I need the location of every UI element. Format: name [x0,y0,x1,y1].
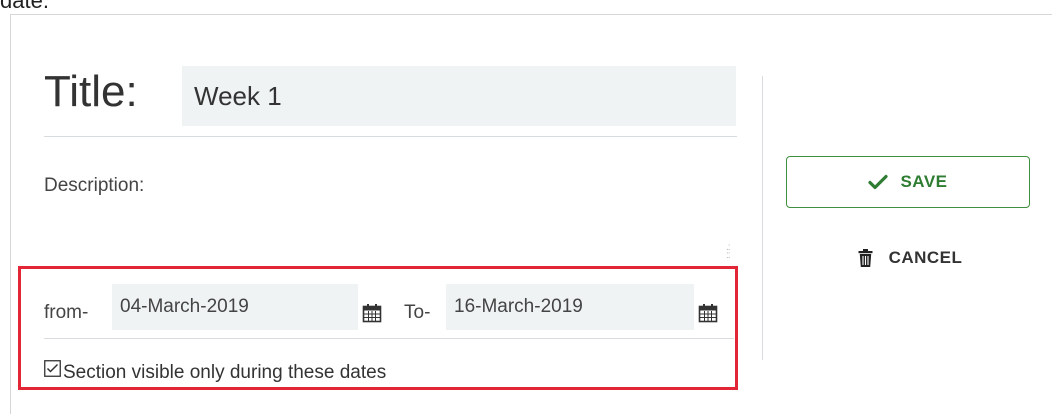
description-label: Description: [44,175,145,196]
cancel-label: CANCEL [888,248,963,267]
to-label: To- [404,302,431,323]
title-row: Title: [44,66,736,126]
section-edit-page: date. Title: Description: .::: from- To-… [0,0,1052,414]
trash-icon [858,249,873,267]
title-divider [44,136,737,137]
calendar-icon[interactable] [362,303,382,323]
title-label: Title: [44,67,138,116]
save-button[interactable]: SAVE [786,156,1030,208]
to-date-input[interactable] [446,284,694,330]
visible-checkbox[interactable] [44,360,61,377]
dates-divider [44,338,734,339]
top-caption: date. [0,0,49,13]
save-label: SAVE [900,172,948,191]
cancel-button[interactable]: CANCEL [820,238,1000,278]
description-textarea[interactable] [44,210,740,266]
calendar-icon[interactable] [698,303,718,323]
resize-grip-icon[interactable]: .::: [726,243,730,261]
check-icon [868,174,889,190]
vertical-divider [762,76,763,360]
title-input[interactable] [182,66,736,126]
from-date-input[interactable] [112,284,358,330]
visible-checkbox-label[interactable]: Section visible only during these dates [63,362,386,384]
from-label: from- [44,302,89,323]
